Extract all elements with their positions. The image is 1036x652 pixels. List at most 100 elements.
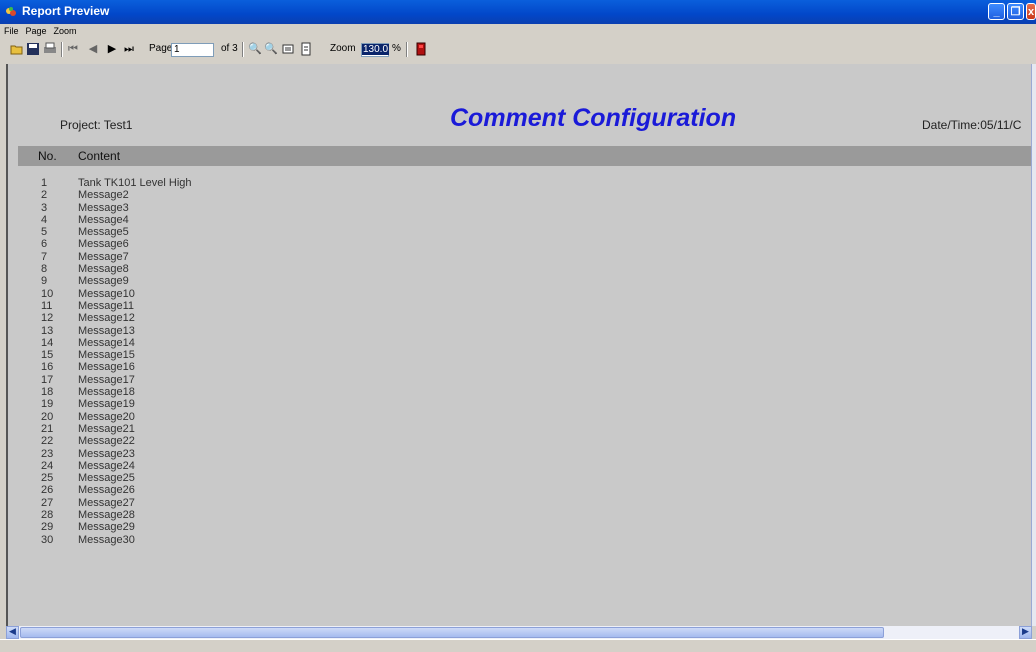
row-number: 22 [41, 435, 54, 448]
vertical-scrollbar[interactable] [1031, 64, 1036, 626]
scroll-left-icon[interactable]: ◀ [6, 626, 19, 639]
comment-list: 1 Tank TK101 Level High 2 Message2 3 Message3… [8, 177, 1008, 546]
table-row: 21 Message21 [8, 423, 1008, 435]
row-number: 27 [41, 496, 54, 509]
toolbar-separator [242, 42, 244, 57]
page-label: Page [149, 43, 173, 54]
save-icon[interactable] [26, 42, 40, 56]
zoom-unit: % [392, 43, 401, 54]
column-header-no: No. [38, 149, 57, 163]
zoom-in-icon[interactable]: 🔍 [248, 42, 262, 56]
row-content: Message27 [78, 496, 135, 509]
row-number: 23 [41, 447, 54, 460]
row-number: 29 [41, 521, 54, 534]
row-content: Message8 [78, 263, 129, 276]
status-bar [0, 639, 1036, 652]
row-content: Message2 [78, 189, 129, 202]
zoom-out-icon[interactable]: 🔍 [264, 42, 278, 56]
table-row: 13 Message13 [8, 325, 1008, 337]
zoom-label: Zoom [330, 43, 356, 54]
row-content: Message19 [78, 398, 135, 411]
row-number: 20 [41, 410, 54, 423]
table-row: 22 Message22 [8, 435, 1008, 447]
row-content: Tank TK101 Level High [78, 177, 192, 189]
report-page: Project: Test1 Comment Configuration Dat… [6, 64, 1034, 626]
table-row: 24 Message24 [8, 460, 1008, 472]
row-number: 26 [41, 484, 54, 497]
row-content: Message24 [78, 459, 135, 472]
datetime-label: Date/Time:05/11/C [922, 118, 1022, 132]
table-row: 4 Message4 [8, 214, 1008, 226]
page-number-input[interactable]: 1 [171, 43, 214, 57]
whole-page-icon[interactable] [299, 42, 313, 56]
table-row: 18 Message18 [8, 386, 1008, 398]
row-number: 5 [41, 226, 48, 239]
table-row: 9 Message9 [8, 275, 1008, 287]
table-row: 3 Message3 [8, 202, 1008, 214]
table-row: 23 Message23 [8, 448, 1008, 460]
last-page-icon[interactable]: ⏭ [122, 42, 136, 56]
exit-icon[interactable] [414, 42, 428, 56]
title-bar[interactable]: Report Preview _ ❐ x [0, 0, 1036, 24]
row-number: 19 [41, 398, 54, 411]
next-page-icon[interactable]: ▶ [105, 42, 119, 56]
row-content: Message25 [78, 472, 135, 485]
row-number: 18 [41, 386, 54, 399]
project-label: Project: Test1 [60, 118, 133, 132]
table-row: 25 Message25 [8, 472, 1008, 484]
row-content: Message12 [78, 312, 135, 325]
table-row: 28 Message28 [8, 509, 1008, 521]
menu-bar: File Page Zoom [0, 24, 1036, 38]
table-row: 11 Message11 [8, 300, 1008, 312]
row-content: Message22 [78, 435, 135, 448]
row-number: 15 [41, 349, 54, 362]
row-number: 2 [41, 189, 48, 202]
table-row: 29 Message29 [8, 521, 1008, 533]
zoom-input[interactable]: 130.0 [361, 43, 390, 57]
prev-page-icon[interactable]: ◀ [86, 42, 100, 56]
minimize-button[interactable]: _ [988, 3, 1005, 20]
row-content: Message18 [78, 386, 135, 399]
table-row: 8 Message8 [8, 263, 1008, 275]
report-title: Comment Configuration [450, 104, 737, 132]
row-content: Message9 [78, 275, 129, 288]
row-number: 7 [41, 250, 48, 263]
row-number: 14 [41, 336, 54, 349]
table-row: 2 Message2 [8, 189, 1008, 201]
row-content: Message5 [78, 226, 129, 239]
row-number: 11 [41, 299, 53, 312]
row-number: 4 [41, 213, 48, 226]
close-button[interactable]: x [1026, 3, 1036, 20]
table-row: 17 Message17 [8, 374, 1008, 386]
menu-file[interactable]: File [4, 24, 19, 38]
print-icon[interactable] [43, 42, 57, 56]
table-row: 26 Message26 [8, 484, 1008, 496]
open-icon[interactable] [10, 42, 24, 56]
row-number: 12 [41, 312, 54, 325]
row-content: Message16 [78, 361, 135, 374]
page-of-label: of 3 [221, 43, 238, 54]
menu-zoom[interactable]: Zoom [54, 24, 77, 38]
table-row: 16 Message16 [8, 361, 1008, 373]
row-content: Message13 [78, 324, 135, 337]
menu-page[interactable]: Page [26, 24, 47, 38]
row-content: Message7 [78, 250, 129, 263]
table-row: 19 Message19 [8, 398, 1008, 410]
toolbar: ⏮ ◀ ▶ ⏭ Page of 3 🔍 🔍 Zoom % [0, 38, 1036, 61]
row-number: 24 [41, 459, 54, 472]
row-number: 10 [41, 287, 54, 300]
first-page-icon[interactable]: ⏮ [66, 42, 80, 56]
table-row: 1 Tank TK101 Level High [8, 177, 1008, 189]
row-content: Message30 [78, 533, 135, 546]
page-width-icon[interactable] [281, 42, 295, 56]
row-number: 21 [41, 422, 54, 435]
scroll-thumb[interactable] [20, 627, 884, 638]
scroll-right-icon[interactable]: ▶ [1019, 626, 1032, 639]
row-number: 9 [41, 275, 48, 288]
row-content: Message3 [78, 201, 129, 214]
table-header: No. Content [18, 146, 1034, 166]
row-number: 6 [41, 238, 48, 251]
restore-button[interactable]: ❐ [1007, 3, 1024, 20]
row-content: Message29 [78, 521, 135, 534]
horizontal-scrollbar[interactable]: ◀ ▶ [6, 626, 1032, 639]
